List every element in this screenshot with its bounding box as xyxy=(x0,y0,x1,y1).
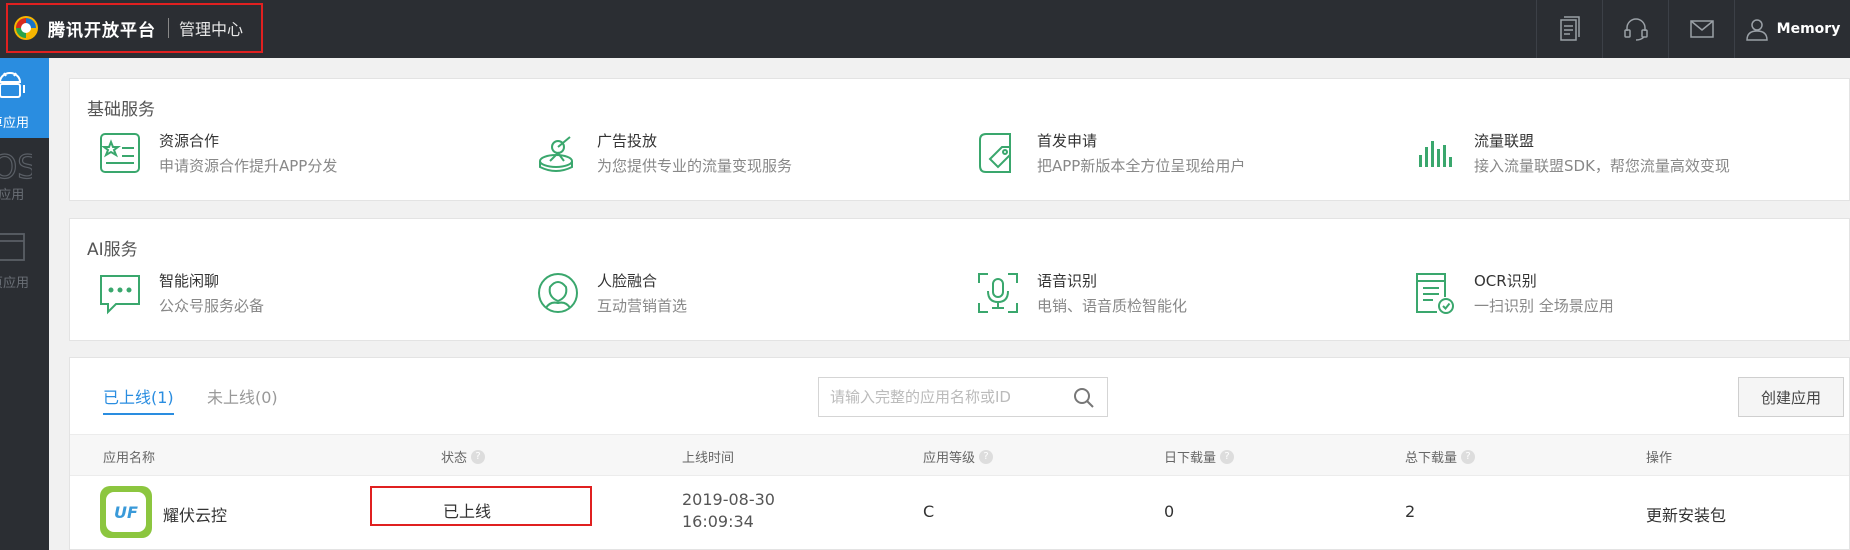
mail-icon xyxy=(1689,20,1714,38)
app-level: C xyxy=(923,502,935,521)
first-release-icon xyxy=(979,133,1011,173)
column-header-app-name: 应用名称 xyxy=(103,451,156,466)
brand-area[interactable]: 腾讯开放平台 管理中心 xyxy=(6,3,263,53)
status-badge: 已上线 xyxy=(443,502,492,521)
traffic-alliance-icon xyxy=(1419,141,1452,167)
sidebar-item-web[interactable]: 页应用 xyxy=(0,218,49,298)
service-smart-chat[interactable]: 智能闲聊 公众号服务必备 xyxy=(98,271,264,316)
help-icon[interactable]: ? xyxy=(979,449,994,464)
app-list-panel: 已上线(1) 未上线(0) 创建应用 应用名称 状态? 上线时间 应用等级? 日… xyxy=(69,357,1850,550)
service-name: 资源合作 xyxy=(159,132,220,150)
user-menu[interactable]: Memory xyxy=(1734,0,1850,58)
column-header-online-time: 上线时间 xyxy=(682,451,735,466)
ocr-icon xyxy=(1416,273,1454,314)
column-header-app-level: 应用等级? xyxy=(923,447,994,466)
service-desc: 接入流量联盟SDK，帮您流量高效变现 xyxy=(1474,157,1730,175)
service-ad-delivery[interactable]: 广告投放 为您提供专业的流量变现服务 xyxy=(536,131,792,176)
service-face-fusion[interactable]: 人脸融合 互动营销首选 xyxy=(536,271,687,316)
service-desc: 为您提供专业的流量变现服务 xyxy=(597,157,793,175)
tab-online[interactable]: 已上线(1) xyxy=(103,384,174,415)
service-ocr[interactable]: OCR识别 一扫识别 全场景应用 xyxy=(1413,271,1614,316)
service-name: 语音识别 xyxy=(1037,272,1098,290)
sidebar-item-label: 页应用 xyxy=(0,276,30,291)
tab-offline[interactable]: 未上线(0) xyxy=(207,384,278,408)
resource-cooperation-icon xyxy=(100,133,140,173)
service-voice-recognition[interactable]: 语音识别 电销、语音质检智能化 xyxy=(976,271,1187,316)
service-desc: 公众号服务必备 xyxy=(159,297,265,315)
service-desc: 互动营销首选 xyxy=(597,297,688,315)
service-name: OCR识别 xyxy=(1474,272,1537,290)
app-search-input[interactable] xyxy=(818,377,1108,417)
service-traffic-alliance[interactable]: 流量联盟 接入流量联盟SDK，帮您流量高效变现 xyxy=(1413,131,1730,176)
service-name: 流量联盟 xyxy=(1474,132,1535,150)
voice-recognition-icon xyxy=(978,273,1018,313)
brand-name: 腾讯开放平台 xyxy=(48,20,156,41)
top-toolbar: Memory xyxy=(1536,0,1850,58)
update-package-link[interactable]: 更新安装包 xyxy=(1646,502,1726,526)
column-header-status: 状态? xyxy=(441,447,486,466)
brand-separator xyxy=(168,18,169,38)
table-row: UF 耀伏云控 已上线 2019-08-30 16:09:34 C 0 2 更新… xyxy=(70,476,1849,550)
sidebar: 卓应用 OS S应用 页应用 xyxy=(0,58,49,550)
app-name[interactable]: 耀伏云控 xyxy=(163,502,227,526)
sidebar-item-label: S应用 xyxy=(0,188,25,203)
service-name: 人脸融合 xyxy=(597,272,658,290)
service-name: 智能闲聊 xyxy=(159,272,220,290)
table-header: 应用名称 状态? 上线时间 应用等级? 日下载量? 总下载量? 操作 xyxy=(70,434,1849,476)
daily-downloads: 0 xyxy=(1164,502,1175,521)
online-date: 2019-08-30 xyxy=(682,490,775,509)
help-icon[interactable]: ? xyxy=(1220,449,1235,464)
help-icon[interactable]: ? xyxy=(471,449,486,464)
tencent-logo-icon xyxy=(14,16,38,40)
support-button[interactable] xyxy=(1602,0,1668,58)
brand-subtitle: 管理中心 xyxy=(179,20,244,39)
sidebar-item-ios[interactable]: OS S应用 xyxy=(0,138,49,218)
column-header-actions: 操作 xyxy=(1646,451,1673,466)
column-header-total-downloads: 总下载量? xyxy=(1405,447,1476,466)
user-name: Memory xyxy=(1776,21,1841,37)
service-desc: 申请资源合作提升APP分发 xyxy=(159,157,338,175)
sidebar-item-label: 卓应用 xyxy=(0,116,30,131)
document-icon xyxy=(1559,16,1580,41)
search-icon[interactable] xyxy=(1072,386,1096,410)
online-time: 16:09:34 xyxy=(682,512,754,531)
app-icon[interactable]: UF xyxy=(100,486,152,538)
section-title: 基础服务 xyxy=(87,100,155,120)
android-icon xyxy=(0,72,25,98)
service-name: 广告投放 xyxy=(597,132,658,150)
ios-icon: OS xyxy=(0,148,32,184)
service-desc: 把APP新版本全方位呈现给用户 xyxy=(1037,157,1246,175)
service-first-release[interactable]: 首发申请 把APP新版本全方位呈现给用户 xyxy=(976,131,1245,176)
document-button[interactable] xyxy=(1536,0,1602,58)
browser-icon xyxy=(0,233,25,261)
message-button[interactable] xyxy=(1668,0,1734,58)
basic-services-panel: 基础服务 资源合作 申请资源合作提升APP分发 广告投放 为您提供专业的流量变现… xyxy=(69,78,1850,201)
user-icon xyxy=(1745,19,1768,41)
service-desc: 电销、语音质检智能化 xyxy=(1037,297,1188,315)
face-fusion-icon xyxy=(538,273,578,313)
ad-delivery-icon xyxy=(539,136,573,172)
svg-text:OS: OS xyxy=(0,148,32,184)
service-name: 首发申请 xyxy=(1037,132,1098,150)
section-title: AI服务 xyxy=(87,240,138,260)
sidebar-item-android[interactable]: 卓应用 xyxy=(0,58,49,138)
headset-icon xyxy=(1623,18,1648,41)
total-downloads: 2 xyxy=(1405,502,1416,521)
column-header-daily-downloads: 日下载量? xyxy=(1164,447,1235,466)
create-app-button[interactable]: 创建应用 xyxy=(1738,377,1844,417)
service-resource-cooperation[interactable]: 资源合作 申请资源合作提升APP分发 xyxy=(98,131,337,176)
top-bar: 腾讯开放平台 管理中心 Memory xyxy=(0,0,1850,58)
ai-services-panel: AI服务 智能闲聊 公众号服务必备 人脸融合 互动营销首选 语音识别 电销、语音… xyxy=(69,218,1850,341)
help-icon[interactable]: ? xyxy=(1461,449,1476,464)
service-desc: 一扫识别 全场景应用 xyxy=(1474,297,1614,315)
chat-icon xyxy=(100,275,140,315)
